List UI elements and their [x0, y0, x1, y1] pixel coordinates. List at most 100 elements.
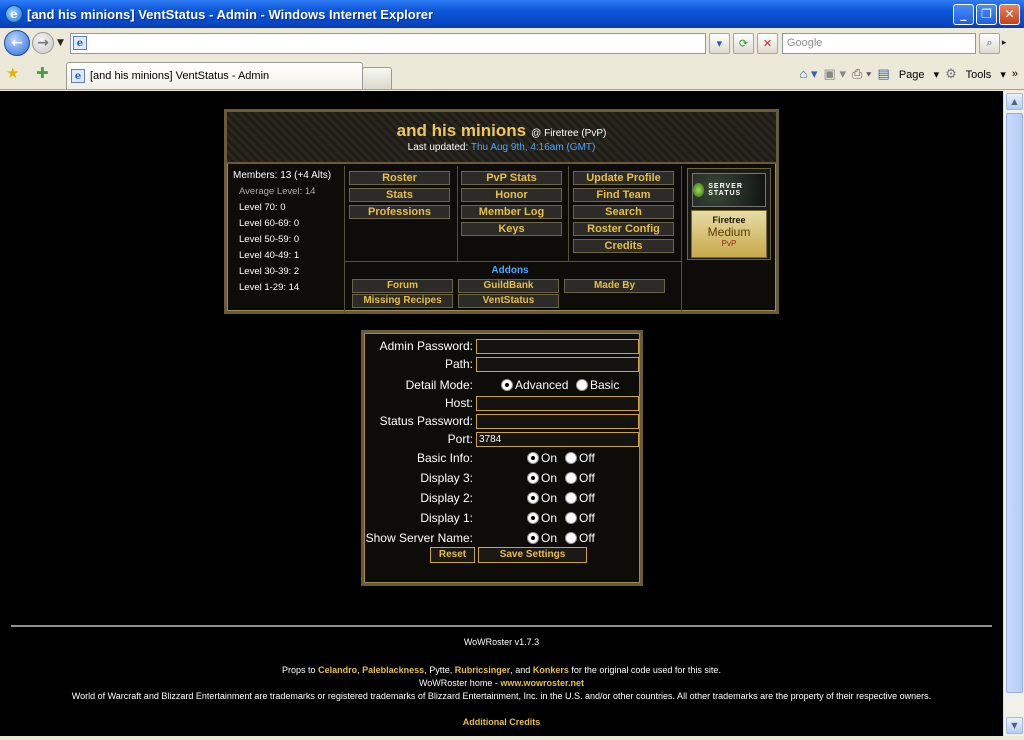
- server-status-widget: SERVER STATUS Firetree Medium PvP: [687, 168, 771, 260]
- nav-stats-button[interactable]: Stats: [349, 188, 450, 202]
- column-divider: [457, 166, 458, 261]
- save-settings-button[interactable]: Save Settings: [478, 547, 587, 563]
- scroll-up-icon[interactable]: ▲: [1006, 93, 1023, 110]
- search-options-icon[interactable]: ▸: [1002, 38, 1007, 48]
- scroll-down-icon[interactable]: ▼: [1006, 717, 1023, 734]
- host-input[interactable]: [476, 396, 639, 411]
- stat-level-30-39: Level 30-39: 2: [239, 266, 300, 277]
- forward-button[interactable]: →: [32, 32, 54, 54]
- admin-password-label: Admin Password:: [379, 339, 473, 353]
- stat-members: Members: 13 (+4 Alts): [233, 170, 332, 181]
- port-input[interactable]: 3784: [476, 432, 639, 447]
- path-input[interactable]: [476, 357, 639, 372]
- on-label: On: [541, 471, 558, 485]
- display2-off-radio[interactable]: Off: [565, 491, 595, 505]
- addon-made-by-button[interactable]: Made By: [564, 279, 665, 293]
- address-input[interactable]: e: [69, 32, 706, 54]
- guild-name: and his minions: [396, 121, 527, 140]
- off-label: Off: [579, 511, 595, 525]
- show-server-on-radio[interactable]: On: [527, 531, 557, 545]
- basic-info-on-radio[interactable]: On: [527, 451, 557, 465]
- display3-off-radio[interactable]: Off: [565, 471, 595, 485]
- nav-honor-button[interactable]: Honor: [461, 188, 562, 202]
- props-link-konkers[interactable]: Konkers: [533, 665, 569, 675]
- back-button[interactable]: ←: [4, 30, 30, 56]
- display2-label: Display 2:: [420, 491, 473, 505]
- search-input[interactable]: Google: [781, 32, 976, 54]
- refresh-button[interactable]: ⟳: [732, 32, 754, 54]
- display1-off-radio[interactable]: Off: [565, 511, 595, 525]
- tab-page-icon: e: [71, 69, 85, 83]
- new-tab-button[interactable]: [362, 67, 392, 89]
- add-favorite-icon[interactable]: ✚: [36, 64, 54, 82]
- address-dropdown-button[interactable]: ▾: [708, 32, 730, 54]
- tools-menu[interactable]: ⚙ Tools ▾: [945, 66, 1006, 82]
- props-link-rubricsinger[interactable]: Rubricsinger: [455, 665, 511, 675]
- show-server-off-radio[interactable]: Off: [565, 531, 595, 545]
- addon-forum-button[interactable]: Forum: [352, 279, 453, 293]
- display2-on-radio[interactable]: On: [527, 491, 557, 505]
- props-prefix: Props to: [282, 665, 316, 675]
- display3-label: Display 3:: [420, 471, 473, 485]
- tab-current[interactable]: e [and his minions] VentStatus - Admin: [66, 62, 363, 89]
- basic-info-off-radio[interactable]: Off: [565, 451, 595, 465]
- addon-missing-recipes-button[interactable]: Missing Recipes: [352, 294, 453, 308]
- page-icon: e: [72, 36, 87, 50]
- radio-selected-icon: [527, 532, 539, 544]
- wowroster-home-link[interactable]: www.wowroster.net: [500, 678, 584, 688]
- off-label: Off: [579, 471, 595, 485]
- nav-find-team-button[interactable]: Find Team: [573, 188, 674, 202]
- detail-mode-advanced-radio[interactable]: Advanced: [501, 378, 568, 392]
- nav-roster-config-button[interactable]: Roster Config: [573, 222, 674, 236]
- chevron-more-icon[interactable]: »: [1012, 68, 1018, 80]
- history-dropdown-icon[interactable]: ▼: [57, 38, 64, 48]
- admin-password-input[interactable]: [476, 339, 639, 354]
- stop-button[interactable]: ✕: [756, 32, 778, 54]
- props-link-paleblackness[interactable]: Paleblackness: [362, 665, 424, 675]
- radio-unselected-icon: [565, 452, 577, 464]
- home-icon[interactable]: ⌂ ▾: [800, 66, 818, 82]
- nav-keys-button[interactable]: Keys: [461, 222, 562, 236]
- status-password-input[interactable]: [476, 414, 639, 429]
- nav-search-button[interactable]: Search: [573, 205, 674, 219]
- nav-member-log-button[interactable]: Member Log: [461, 205, 562, 219]
- footer-props: Props to Celandro, Paleblackness, Pytte,…: [0, 665, 1003, 675]
- nav-pvp-stats-button[interactable]: PvP Stats: [461, 171, 562, 185]
- radio-selected-icon: [527, 452, 539, 464]
- off-label: Off: [579, 451, 595, 465]
- props-link-celandro[interactable]: Celandro: [318, 665, 357, 675]
- props-and: , and: [510, 665, 531, 675]
- search-button[interactable]: ⌕: [978, 32, 1000, 54]
- print-icon[interactable]: ⎙ ▾: [852, 66, 871, 82]
- off-label: Off: [579, 491, 595, 505]
- guild-banner: and his minions @ Firetree (PvP) Last up…: [227, 112, 776, 164]
- reset-button[interactable]: Reset: [430, 547, 475, 563]
- nav-update-profile-button[interactable]: Update Profile: [573, 171, 674, 185]
- page-menu-icon: ▤: [877, 66, 890, 81]
- addon-guildbank-button[interactable]: GuildBank: [458, 279, 559, 293]
- nav-roster-button[interactable]: Roster: [349, 171, 450, 185]
- stat-level-40-49: Level 40-49: 1: [239, 250, 300, 261]
- favorites-star-icon[interactable]: ★: [6, 64, 24, 82]
- restore-button[interactable]: ❐: [976, 3, 997, 25]
- display3-on-radio[interactable]: On: [527, 471, 557, 485]
- nav-credits-button[interactable]: Credits: [573, 239, 674, 253]
- page-menu[interactable]: ▤ Page ▾: [877, 66, 939, 82]
- scroll-thumb[interactable]: [1006, 113, 1023, 693]
- stat-level-1-29: Level 1-29: 14: [239, 282, 300, 293]
- feeds-icon[interactable]: ▣ ▾: [824, 66, 846, 82]
- host-label: Host:: [444, 396, 473, 410]
- minimize-button[interactable]: _: [953, 3, 974, 25]
- additional-credits-link[interactable]: Additional Credits: [0, 717, 1003, 727]
- server-status-load: Medium: [707, 225, 751, 239]
- detail-mode-basic-radio[interactable]: Basic: [576, 378, 619, 392]
- vent-settings-form: Admin Password: Path: Detail Mode: Advan…: [361, 330, 643, 586]
- nav-professions-button[interactable]: Professions: [349, 205, 450, 219]
- column-divider: [681, 166, 682, 313]
- addon-ventstatus-button[interactable]: VentStatus: [458, 294, 559, 308]
- close-button[interactable]: ✕: [999, 3, 1020, 25]
- footer-home: WoWRoster home - www.wowroster.net: [0, 678, 1003, 688]
- last-updated: Last updated: Thu Aug 9th, 4:16am (GMT): [227, 142, 776, 153]
- display1-on-radio[interactable]: On: [527, 511, 557, 525]
- vertical-scrollbar[interactable]: ▲ ▼: [1003, 91, 1024, 736]
